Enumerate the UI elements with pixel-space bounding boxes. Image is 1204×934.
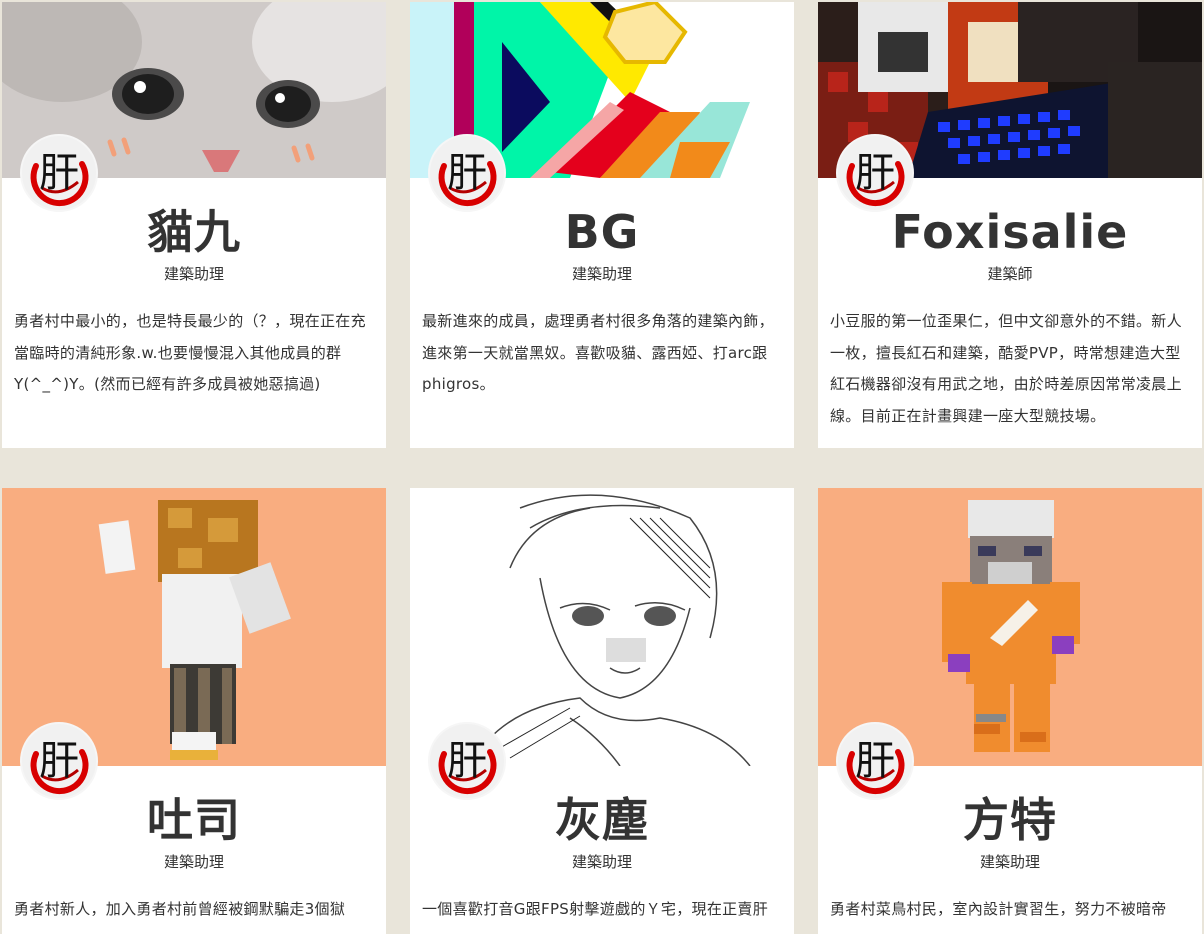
member-description: 一個喜歡打音G跟FPS射擊遊戲的Ｙ宅，現在正賣肝 (422, 900, 769, 918)
svg-text:肝: 肝 (447, 150, 487, 196)
member-description: 勇者村新人，加入勇者村前曾經被鋼默騙走3個獄 (14, 900, 346, 918)
liver-seal-icon: 肝 (30, 738, 89, 795)
liver-seal-icon: 肝 (438, 738, 497, 795)
member-card: 肝 貓九 建築助理 勇者村中最小的，也是特長最少的（？，現在正在充當臨時的清純形… (2, 2, 386, 448)
member-role: 建築助理 (979, 853, 1040, 871)
avatar: 肝 (836, 722, 914, 800)
avatar: 肝 (20, 722, 98, 800)
member-grid: 肝 貓九 建築助理 勇者村中最小的，也是特長最少的（？，現在正在充當臨時的清純形… (0, 0, 1204, 934)
member-card: 肝 吐司 建築助理 勇者村新人，加入勇者村前曾經被鋼默騙走3個獄 (2, 488, 386, 934)
member-card: 肝 灰塵 建築助理 一個喜歡打音G跟FPS射擊遊戲的Ｙ宅，現在正賣肝 (410, 488, 794, 934)
liver-seal-icon: 肝 (846, 150, 905, 207)
member-description: 最新進來的成員，處理勇者村很多角落的建築內飾，進來第一天就當黑奴。喜歡吸貓、露西… (422, 312, 774, 393)
member-description: 勇者村菜鳥村民，室內設計實習生，努力不被暗帝 (830, 900, 1167, 918)
avatar: 肝 (428, 134, 506, 212)
member-role: 建築助理 (571, 853, 632, 871)
svg-text:肝: 肝 (39, 738, 79, 784)
member-role: 建築師 (987, 265, 1033, 283)
avatar: 肝 (20, 134, 98, 212)
liver-seal-icon: 肝 (30, 150, 89, 207)
liver-seal-icon: 肝 (438, 150, 497, 207)
member-description: 小豆服的第一位歪果仁，但中文卻意外的不錯。新人一枚，擅長紅石和建築，酷愛PVP，… (830, 312, 1182, 425)
svg-text:肝: 肝 (855, 150, 895, 196)
svg-text:肝: 肝 (39, 150, 79, 196)
member-role: 建築助理 (571, 265, 632, 283)
avatar: 肝 (428, 722, 506, 800)
avatar: 肝 (836, 134, 914, 212)
member-description: 勇者村中最小的，也是特長最少的（？，現在正在充當臨時的清純形象.w.也要慢慢混入… (14, 312, 366, 393)
member-role: 建築助理 (163, 853, 224, 871)
member-card: 肝 方特 建築助理 勇者村菜鳥村民，室內設計實習生，努力不被暗帝 (818, 488, 1202, 934)
svg-text:肝: 肝 (855, 738, 895, 784)
member-card: 肝 BG 建築助理 最新進來的成員，處理勇者村很多角落的建築內飾，進來第一天就當… (410, 2, 794, 448)
svg-text:肝: 肝 (447, 738, 487, 784)
member-card: 肝 Foxisalie 建築師 小豆服的第一位歪果仁，但中文卻意外的不錯。新人一… (818, 2, 1202, 448)
liver-seal-icon: 肝 (846, 738, 905, 795)
member-role: 建築助理 (163, 265, 224, 283)
